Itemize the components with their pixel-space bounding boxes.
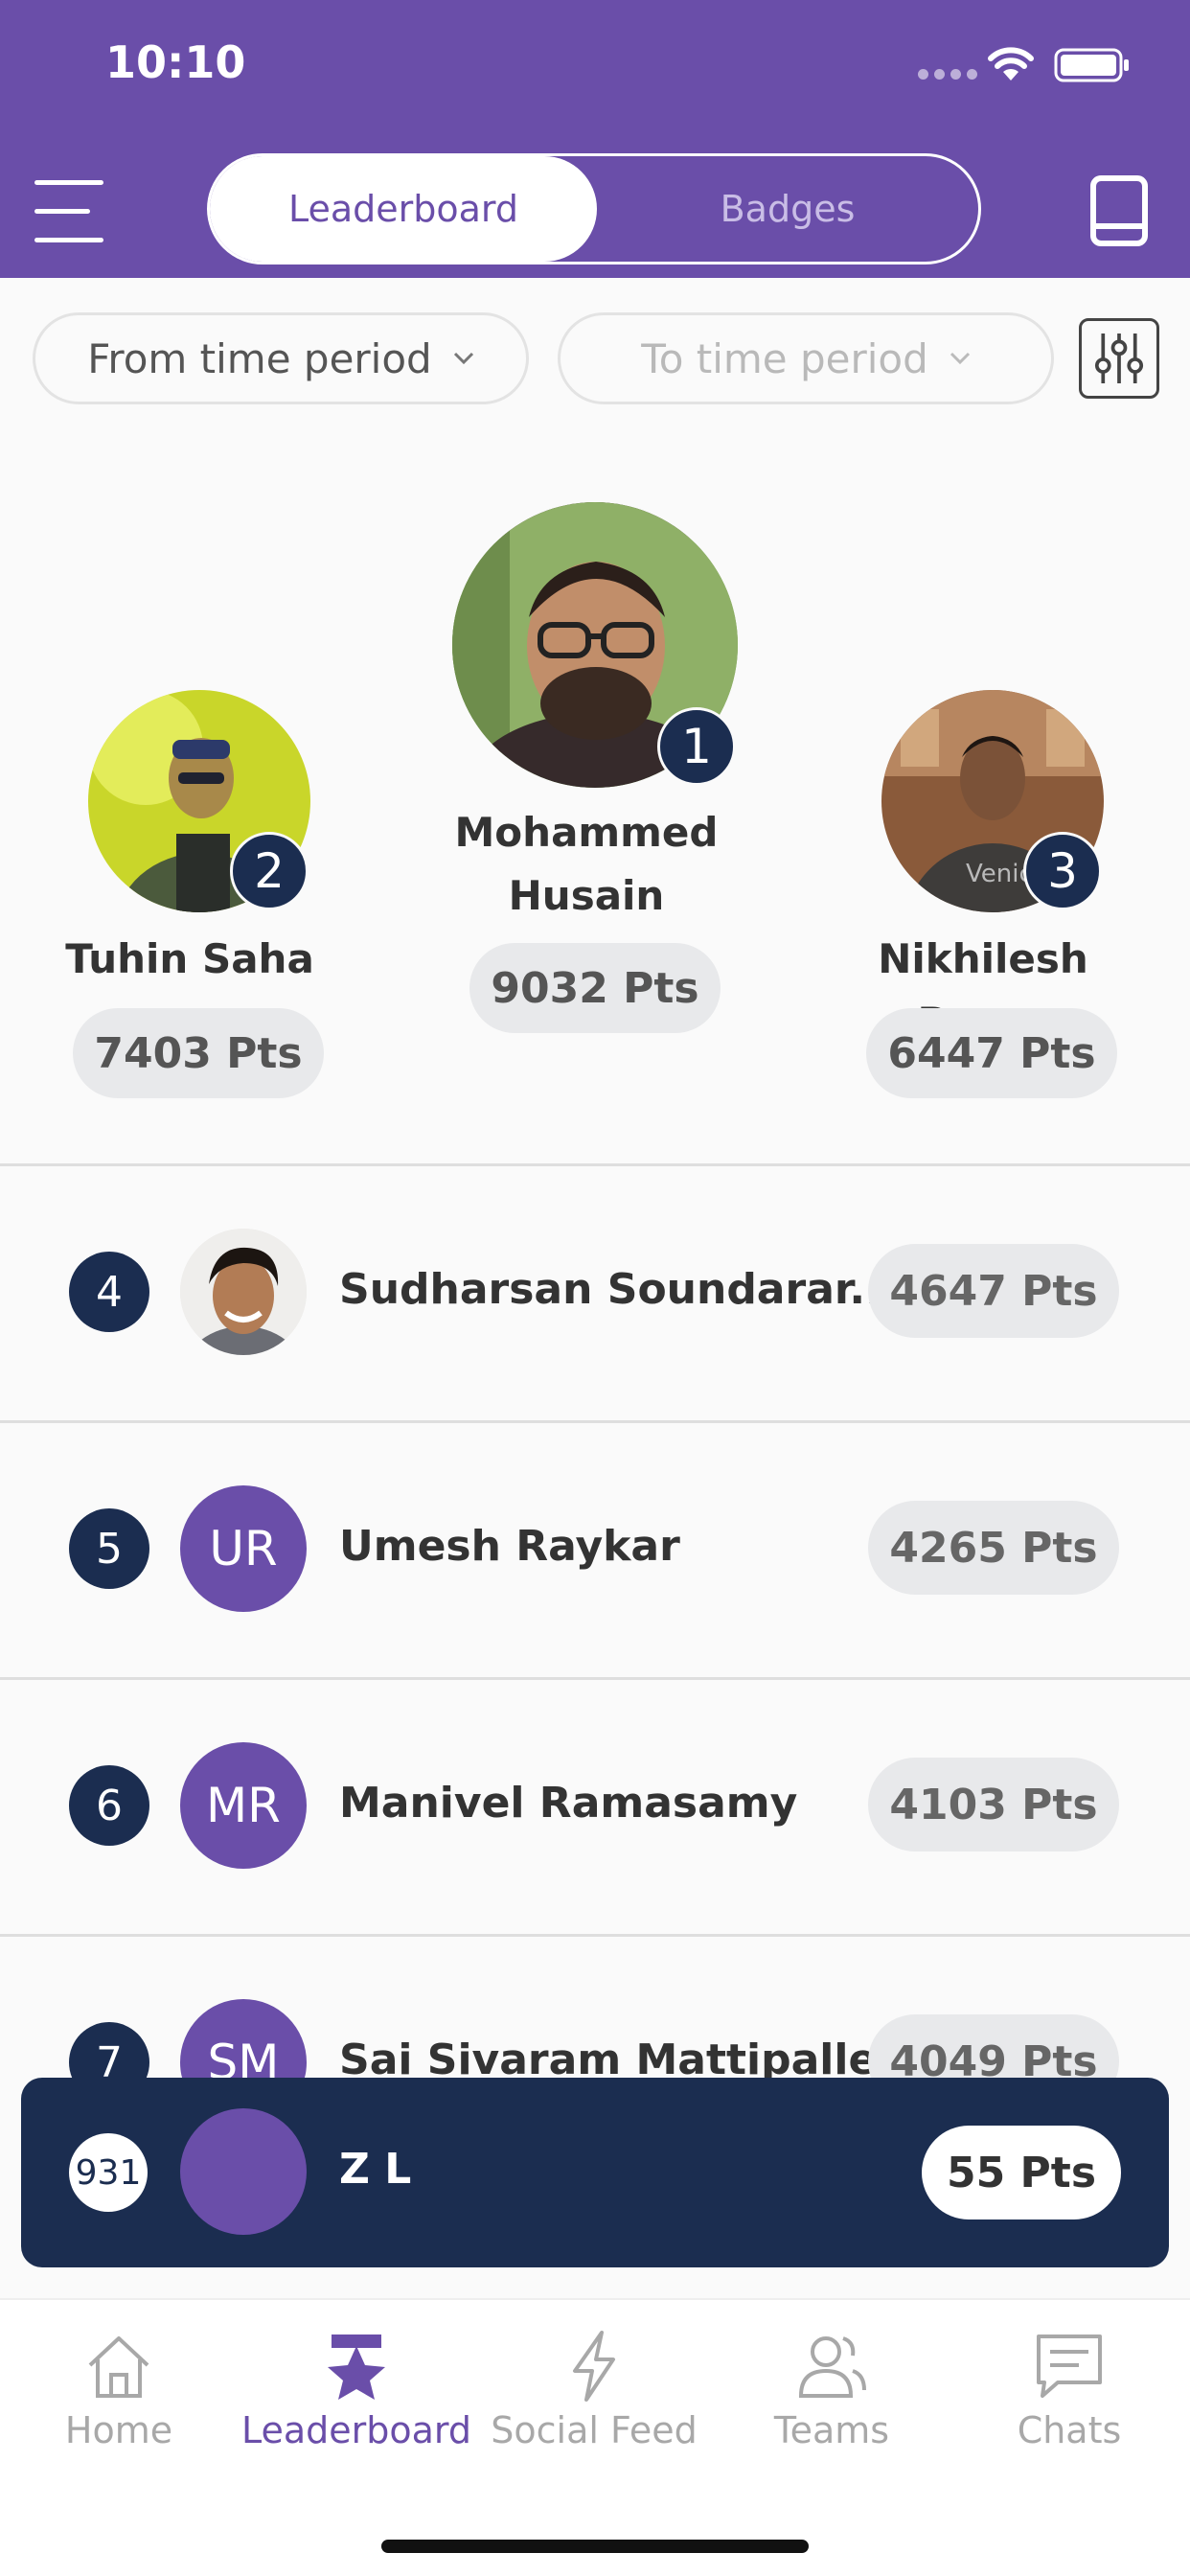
current-user-points: 55 Pts (922, 2126, 1121, 2220)
wifi-icon (988, 47, 1034, 80)
leaderboard-icon (328, 2334, 385, 2400)
row-rank-badge: 4 (69, 1252, 149, 1332)
status-bar: 10:10 (0, 0, 1190, 134)
points-pill-third: 6447 Pts (866, 1008, 1117, 1098)
current-user-name: Z L (339, 2145, 412, 2194)
rank-badge-3: 3 (1023, 832, 1102, 910)
row-rank-badge: 5 (69, 1508, 149, 1589)
rank-badge-2: 2 (230, 832, 309, 910)
tab-leaderboard-label: Leaderboard (240, 2409, 472, 2451)
tab-chats-label: Chats (1017, 2409, 1122, 2451)
current-user-rank: 931 (69, 2133, 148, 2212)
from-time-period-dropdown[interactable]: From time period (33, 312, 529, 404)
points-pill-first: 9032 Pts (469, 943, 721, 1033)
podium-name-second: Tuhin Saha (65, 935, 314, 982)
row-points: 4265 Pts (868, 1501, 1119, 1595)
to-time-period-dropdown[interactable]: To time period (558, 312, 1054, 404)
row-points: 4103 Pts (868, 1758, 1119, 1852)
podium-name-first: Mohammed Husain (395, 801, 778, 928)
from-time-period-label: From time period (87, 334, 432, 382)
row-points: 4647 Pts (868, 1244, 1119, 1338)
to-time-period-label: To time period (641, 334, 928, 382)
status-time: 10:10 (105, 36, 246, 88)
rank-badge-1: 1 (657, 707, 736, 786)
row-rank-badge: 6 (69, 1765, 149, 1846)
tab-leaderboard[interactable]: Leaderboard (210, 156, 597, 262)
segmented-control: Leaderboard Badges (207, 153, 981, 264)
tab-teams-label: Teams (773, 2409, 890, 2451)
lightning-icon (573, 2331, 615, 2402)
avatar-initials: UR (180, 1485, 307, 1612)
cellular-signal-icon (918, 69, 977, 80)
row-name: Umesh Raykar (339, 1522, 680, 1571)
avatar (180, 1229, 307, 1355)
tab-leaderboard-nav[interactable]: Leaderboard (238, 2327, 475, 2461)
row-name: Manivel Ramasamy (339, 1779, 798, 1828)
leaderboard-row[interactable]: 4 Sudharsan Soundarar... 4647 Pts (0, 1165, 1190, 1418)
bottom-tab-bar: Home Leaderboard Social Feed Teams Chats (0, 2298, 1190, 2576)
tab-teams[interactable]: Teams (713, 2327, 950, 2461)
tab-badges[interactable]: Badges (597, 156, 978, 262)
tab-social-feed[interactable]: Social Feed (475, 2327, 713, 2461)
chevron-down-icon (950, 352, 970, 365)
tab-social-feed-label: Social Feed (491, 2409, 698, 2451)
leaderboard-row[interactable]: 6 MR Manivel Ramasamy 4103 Pts (0, 1679, 1190, 1932)
current-user-avatar (180, 2108, 307, 2235)
tab-home-label: Home (64, 2409, 173, 2451)
chevron-down-icon (453, 352, 473, 365)
filter-settings-icon[interactable] (1079, 318, 1159, 399)
menu-icon[interactable] (34, 180, 103, 243)
chat-icon (1037, 2334, 1102, 2398)
podium-name-first-line2: Husain (508, 872, 665, 919)
home-icon (88, 2336, 149, 2398)
avatar-initials: MR (180, 1742, 307, 1869)
tab-chats[interactable]: Chats (950, 2327, 1188, 2461)
current-user-card[interactable]: 931 Z L 55 Pts (21, 2078, 1169, 2267)
app-header: Leaderboard Badges (0, 134, 1190, 278)
row-name: Sudharsan Soundarar... (339, 1265, 898, 1314)
points-pill-second: 7403 Pts (73, 1008, 324, 1098)
teams-icon (798, 2336, 866, 2398)
book-icon[interactable] (1088, 174, 1150, 247)
home-indicator (381, 2540, 809, 2553)
tab-home[interactable]: Home (0, 2327, 238, 2461)
battery-icon (1054, 48, 1129, 82)
podium-name-first-line1: Mohammed (454, 809, 719, 856)
leaderboard-row[interactable]: 5 UR Umesh Raykar 4265 Pts (0, 1422, 1190, 1675)
